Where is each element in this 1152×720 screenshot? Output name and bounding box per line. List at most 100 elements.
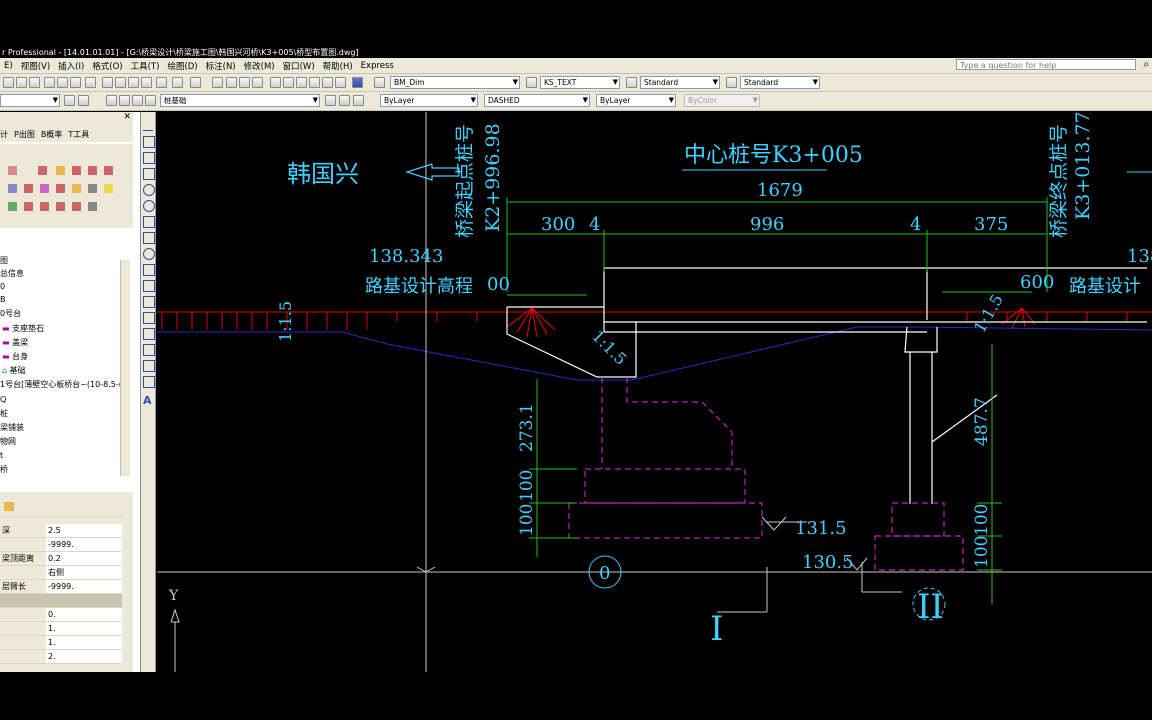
mleader-style-icon[interactable]	[726, 77, 737, 88]
print-icon[interactable]	[44, 77, 55, 88]
arc-icon[interactable]	[143, 184, 155, 196]
tree-item-bearing-pad[interactable]: ▬ 支座垫石	[2, 324, 44, 334]
tree-item[interactable]: 图	[0, 256, 8, 266]
tool-icon[interactable]	[88, 184, 97, 193]
layer-iso-icon[interactable]	[353, 95, 364, 106]
tree-item[interactable]: t	[0, 451, 3, 461]
hatch-icon[interactable]	[143, 312, 155, 324]
copy-icon[interactable]	[115, 77, 126, 88]
tool-icon[interactable]	[72, 202, 81, 211]
tree-item[interactable]: 0	[0, 282, 5, 292]
tree-item-foundation[interactable]: ⌂ 基础	[2, 366, 26, 376]
property-row[interactable]: 0.	[0, 608, 122, 622]
brush-icon[interactable]	[156, 77, 167, 88]
matchprop-icon[interactable]	[141, 77, 152, 88]
layer-combo[interactable]: 桩基础 ▼	[160, 94, 320, 107]
tree-item-abutment-body[interactable]: ▬ 台身	[2, 352, 28, 362]
spline-icon[interactable]	[143, 232, 155, 244]
linetype-combo[interactable]: DASHED ▼	[484, 94, 590, 107]
tab-tools[interactable]: T工具	[68, 129, 89, 140]
tablestyle-combo[interactable]: Standard ▼	[640, 76, 720, 89]
polyline-icon[interactable]	[143, 136, 155, 148]
property-section-header[interactable]	[0, 594, 122, 608]
save-icon[interactable]	[29, 77, 40, 88]
revcloud-icon[interactable]	[143, 216, 155, 228]
menu-express[interactable]: Express	[361, 61, 394, 71]
tool-icon[interactable]	[56, 166, 65, 175]
menu-edit[interactable]: E)	[4, 61, 13, 71]
tool-icon[interactable]	[104, 166, 113, 175]
tool-icon[interactable]	[8, 166, 17, 175]
tool-icon[interactable]	[38, 166, 47, 175]
property-row[interactable]: 1.	[0, 622, 122, 636]
menu-tools[interactable]: 工具(T)	[131, 60, 160, 72]
workspace-combo[interactable]: ▼	[0, 94, 60, 107]
ellipse-icon[interactable]	[143, 248, 155, 260]
properties-icon[interactable]	[270, 77, 281, 88]
circle-icon[interactable]	[143, 200, 155, 212]
drawing-canvas[interactable]: 韩国兴 中心桩号K3+005 桥梁起点桩号 K2+996.98 桥梁终点桩号 K…	[157, 111, 1152, 672]
tree-item[interactable]: 0号台	[0, 309, 21, 319]
region-icon[interactable]	[143, 344, 155, 356]
table-style-icon[interactable]	[626, 77, 637, 88]
tool-icon[interactable]	[72, 166, 81, 175]
line-icon[interactable]	[143, 120, 153, 131]
menu-modify[interactable]: 修改(M)	[244, 60, 275, 72]
mtext-icon[interactable]	[143, 376, 155, 388]
textstyle-combo[interactable]: KS_TEXT ▼	[540, 76, 620, 89]
zoom-realtime-icon[interactable]	[226, 77, 237, 88]
rectangle-icon[interactable]	[143, 168, 155, 180]
tree-item[interactable]: Q	[0, 395, 6, 405]
layer-previous-icon[interactable]	[339, 95, 350, 106]
tool-icon[interactable]	[40, 184, 49, 193]
property-row[interactable]: 右侧	[0, 566, 122, 580]
undo-icon[interactable]	[172, 77, 183, 88]
layer-plot-icon[interactable]	[145, 95, 156, 106]
tree-item[interactable]: 1号台[薄壁空心板桥台~(10-8.5-(	[0, 380, 122, 390]
tool-icon[interactable]	[24, 202, 33, 211]
layer-freeze-icon[interactable]	[119, 95, 130, 106]
text-style-icon[interactable]	[374, 77, 385, 88]
make-block-icon[interactable]	[143, 280, 155, 292]
tool-palette-icon[interactable]	[296, 77, 307, 88]
tool-icon[interactable]	[56, 184, 65, 193]
publish-icon[interactable]	[70, 77, 81, 88]
menu-view[interactable]: 视图(V)	[21, 60, 50, 72]
property-row[interactable]: 梁顶距离 0.2	[0, 552, 122, 566]
tool-icon[interactable]	[88, 202, 97, 211]
gradient-icon[interactable]	[143, 328, 155, 340]
tab-output[interactable]: P出图	[14, 129, 35, 140]
layer-on-icon[interactable]	[106, 95, 117, 106]
zoom-previous-icon[interactable]	[252, 77, 263, 88]
menu-dimension[interactable]: 标注(N)	[206, 60, 236, 72]
paste-icon[interactable]	[128, 77, 139, 88]
menu-window[interactable]: 窗口(W)	[283, 60, 315, 72]
tree-item[interactable]: 总信息	[0, 269, 24, 279]
insert-block-icon[interactable]	[143, 264, 155, 276]
tree-item[interactable]: B	[0, 295, 6, 305]
layer-lock-icon[interactable]	[132, 95, 143, 106]
make-current-icon[interactable]	[325, 95, 336, 106]
color-combo[interactable]: ByLayer ▼	[380, 94, 478, 107]
property-row[interactable]: 层臂长 -9999.	[0, 580, 122, 594]
redo-icon[interactable]	[190, 77, 201, 88]
tree-item[interactable]: 桥	[0, 465, 8, 475]
text-icon[interactable]: A	[143, 395, 153, 406]
menu-insert[interactable]: 插入(I)	[58, 60, 84, 72]
tab-design[interactable]: 计	[0, 129, 8, 140]
web-icon[interactable]	[85, 77, 96, 88]
close-icon[interactable]: ✕	[123, 112, 131, 122]
zoom-window-icon[interactable]	[239, 77, 250, 88]
point-icon[interactable]	[143, 296, 155, 308]
tool-icon[interactable]	[8, 184, 17, 193]
search-icon[interactable]: ⌕	[1143, 59, 1149, 71]
menu-help[interactable]: 帮助(H)	[323, 60, 353, 72]
sheet-set-icon[interactable]	[309, 77, 320, 88]
dimstyle-combo[interactable]: BM_Dim ▼	[390, 76, 520, 89]
lineweight-combo[interactable]: ByLayer ▼	[596, 94, 676, 107]
tool-icon[interactable]	[104, 184, 113, 193]
tool-icon[interactable]	[88, 166, 97, 175]
cut-icon[interactable]	[102, 77, 113, 88]
tree-item[interactable]: 梁铺装	[0, 423, 24, 433]
layer-state-icon[interactable]	[78, 95, 89, 106]
